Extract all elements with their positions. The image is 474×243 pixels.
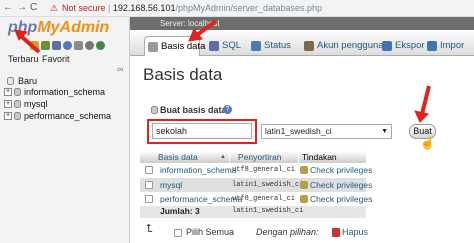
page-title: Basis data	[143, 65, 223, 84]
tree-item-label[interactable]: performance_schema	[24, 111, 111, 121]
browser-url-bar[interactable]: ← → C ⚠ Not secure | 192.168.56.101/phpM…	[0, 0, 474, 17]
logo-myadmin-text: MyAdmin	[37, 19, 110, 36]
tab-export[interactable]: Ekspor	[379, 36, 429, 56]
forward-icon[interactable]: →	[17, 2, 27, 13]
expand-icon[interactable]: +	[4, 112, 12, 120]
check-privileges-link[interactable]: Check privileges	[310, 163, 372, 177]
database-icon	[14, 88, 21, 96]
total-collation: latin1_swedish_ci	[232, 207, 304, 215]
collation-value: utf8_general_ci	[232, 195, 296, 203]
row-checkbox[interactable]	[145, 166, 153, 174]
link-with-main-panel-icon[interactable]: ∞	[117, 64, 123, 74]
annotation-arrow-logo	[14, 29, 41, 54]
server-breadcrumb[interactable]: Server: localhost	[130, 17, 474, 30]
database-icon	[148, 42, 158, 52]
tab-label: Ekspor	[395, 40, 425, 51]
tree-new-label[interactable]: Baru	[18, 76, 37, 86]
table-total-row: Jumlah: 3 latin1_swedish_ci	[140, 206, 366, 218]
url-host[interactable]: 192.168.56.101	[113, 3, 176, 13]
not-secure-label[interactable]: Not secure	[62, 3, 106, 13]
tab-import[interactable]: Impor	[424, 36, 468, 56]
cursor-hand-icon: ☝	[420, 136, 435, 150]
logout-icon[interactable]	[41, 41, 50, 50]
users-icon	[304, 41, 314, 51]
header-label[interactable]: Penyortiran	[238, 152, 281, 162]
tree-item-label[interactable]: information_schema	[24, 87, 105, 97]
key-icon	[300, 181, 308, 189]
annotation-arrow-tab	[188, 19, 218, 42]
settings-icon[interactable]	[85, 41, 94, 50]
reload-icon[interactable]: C	[30, 2, 37, 13]
database-icon	[14, 100, 21, 108]
tree-item-performance-schema[interactable]: + performance_schema	[4, 111, 124, 121]
tab-label: Impor	[440, 40, 465, 51]
sql-query-icon[interactable]	[52, 41, 61, 50]
drop-icon	[332, 228, 340, 237]
top-menu-tabs: Basis data SQL Status Akun pengguna Eksp…	[130, 30, 474, 56]
collation-value: utf8_general_ci	[232, 166, 296, 174]
warning-icon: ⚠	[50, 3, 59, 13]
select-all-arrow-icon: ⮤	[146, 223, 153, 235]
recent-tab[interactable]: Terbaru	[8, 54, 39, 64]
table-header-database[interactable]: Basis data ▲	[140, 151, 229, 163]
favorites-tab[interactable]: Favorit	[42, 54, 70, 64]
new-database-icon	[7, 77, 14, 85]
check-privileges-link[interactable]: Check privileges	[310, 192, 372, 206]
table-row: performance_schema utf8_general_ci Check…	[140, 192, 372, 206]
row-checkbox[interactable]	[145, 181, 153, 189]
docs-icon[interactable]	[74, 41, 83, 50]
collation-selected-value: latin1_swedish_ci	[265, 126, 332, 136]
sort-icon: ▲	[220, 154, 226, 160]
help-icon[interactable]: ?	[223, 105, 232, 114]
expand-icon[interactable]: +	[4, 88, 12, 96]
select-all-checkbox[interactable]	[174, 229, 182, 237]
back-icon[interactable]: ←	[3, 2, 13, 13]
table-header-action: Tindakan	[299, 151, 366, 163]
collation-value: latin1_swedish_ci	[232, 181, 304, 189]
database-name-link[interactable]: information_schema	[160, 163, 237, 177]
collation-select[interactable]: latin1_swedish_ci ▼	[261, 124, 392, 139]
tab-label: Status	[264, 40, 291, 51]
key-icon	[300, 166, 308, 174]
tab-user-accounts[interactable]: Akun pengguna	[301, 36, 388, 56]
tab-label: Akun pengguna	[317, 40, 384, 51]
chevron-down-icon: ▼	[381, 128, 388, 135]
total-count: Jumlah: 3	[160, 206, 200, 216]
select-all-label[interactable]: Pilih Semua	[186, 227, 234, 237]
tab-label: SQL	[222, 40, 242, 51]
header-label: Tindakan	[302, 152, 337, 162]
tree-item-label[interactable]: mysql	[24, 99, 48, 109]
drop-link[interactable]: Hapus	[342, 227, 368, 237]
expand-icon[interactable]: +	[4, 100, 12, 108]
database-name-link[interactable]: mysql	[160, 178, 182, 192]
database-icon	[14, 112, 21, 120]
export-icon	[382, 41, 392, 51]
create-database-icon	[151, 106, 158, 114]
tree-item-mysql[interactable]: + mysql	[4, 99, 124, 109]
tree-item-information-schema[interactable]: + information_schema	[4, 87, 124, 97]
url-path[interactable]: /phpMyAdmin/server_databases.php	[175, 3, 322, 13]
create-database-label: Buat basis data	[160, 105, 227, 115]
with-selected-label: Dengan pilihan:	[256, 227, 319, 237]
table-row: mysql latin1_swedish_ci Check privileges	[140, 178, 372, 192]
tree-new-database[interactable]: Baru	[6, 76, 116, 86]
row-checkbox[interactable]	[145, 195, 153, 203]
reload-nav-icon[interactable]	[96, 41, 105, 50]
table-row: information_schema utf8_general_ci Check…	[140, 163, 372, 177]
tab-status[interactable]: Status	[248, 36, 295, 56]
check-privileges-link[interactable]: Check privileges	[310, 178, 372, 192]
import-icon	[427, 41, 437, 51]
status-icon	[251, 41, 261, 51]
help-icon[interactable]	[63, 41, 72, 50]
header-label[interactable]: Basis data	[158, 152, 198, 162]
database-name-link[interactable]: performance_schema	[160, 192, 242, 206]
highlight-database-name-input	[147, 119, 257, 144]
table-header-collation[interactable]: Penyortiran	[230, 151, 298, 163]
annotation-arrow-create-button	[414, 85, 431, 123]
key-icon	[300, 195, 308, 203]
